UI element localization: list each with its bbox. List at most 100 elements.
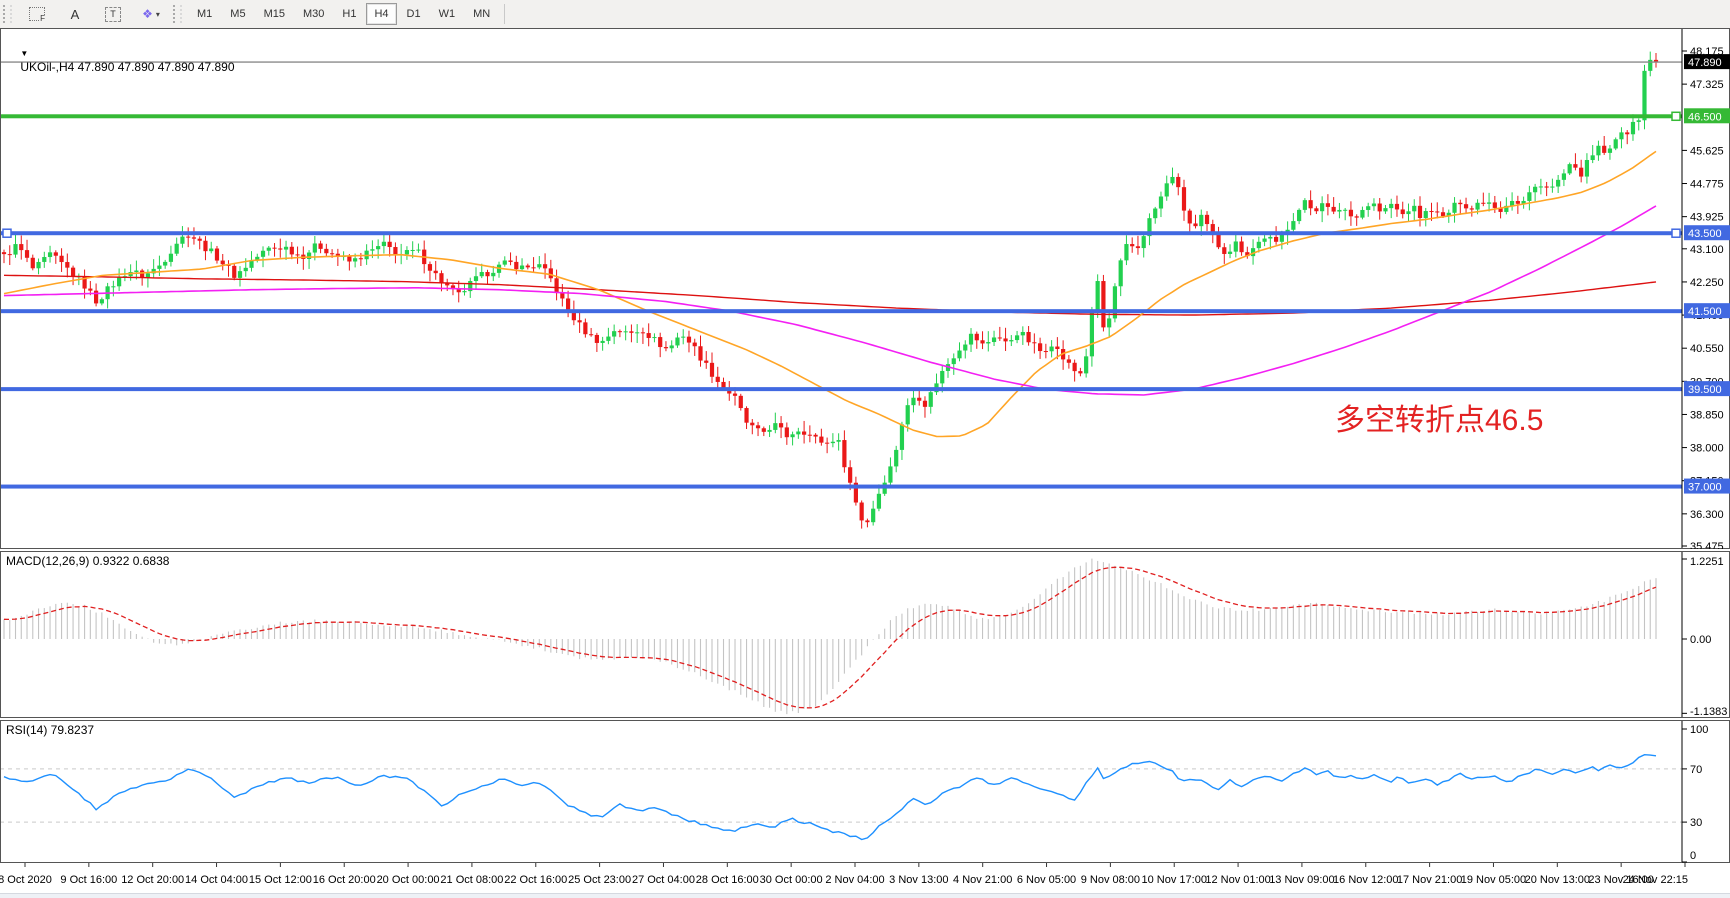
symbol-dropdown-icon[interactable]: ▼	[20, 49, 28, 58]
candle	[1568, 163, 1572, 175]
svg-text:100: 100	[1690, 724, 1708, 736]
timeframe-d1[interactable]: D1	[399, 3, 429, 25]
time-label: 20 Nov 13:00	[1525, 874, 1590, 886]
bid-price-badge: 47.890	[1684, 54, 1730, 69]
macd-panel: 1.2251 0.00 -1.1383 MACD(12,26,9) 0.9322 0…	[0, 551, 1730, 718]
level-handle[interactable]	[1672, 112, 1680, 120]
time-label: 30 Oct 00:00	[760, 874, 823, 886]
time-label: 15 Oct 12:00	[249, 874, 312, 886]
level-handle[interactable]	[1672, 229, 1680, 237]
text-a-icon: A	[71, 7, 80, 22]
svg-text:42.250: 42.250	[1690, 277, 1724, 289]
time-label: 16 Nov 12:00	[1333, 874, 1398, 886]
time-label: 20 Oct 00:00	[377, 874, 440, 886]
level-badge-39.500: 39.500	[1684, 381, 1730, 396]
level-badge-46.500: 46.500	[1684, 108, 1730, 123]
svg-text:38.850: 38.850	[1690, 409, 1724, 421]
time-label: 16 Oct 20:00	[313, 874, 376, 886]
text-label-button[interactable]: T	[95, 2, 131, 26]
template-f-button[interactable]: F	[19, 2, 55, 26]
time-label: 12 Oct 20:00	[121, 874, 184, 886]
level-line-37.000[interactable]	[0, 485, 1682, 489]
svg-text:47.325: 47.325	[1690, 79, 1724, 91]
time-label: 13 Nov 09:00	[1269, 874, 1334, 886]
timeframe-m30[interactable]: M30	[295, 3, 332, 25]
level-badge-43.500: 43.500	[1684, 225, 1730, 240]
symbol-title: ▼ UKOil-,H4 47.890 47.890 47.890 47.890	[7, 32, 235, 88]
time-label: 22 Oct 16:00	[504, 874, 567, 886]
time-label: 4 Nov 21:00	[953, 874, 1012, 886]
shapes-dropdown-button[interactable]: ❖ ▾	[133, 2, 169, 26]
time-label: 21 Oct 08:00	[440, 874, 503, 886]
chevron-down-icon: ▾	[156, 10, 160, 19]
timeframe-h4[interactable]: H4	[366, 3, 396, 25]
timeframe-m5[interactable]: M5	[222, 3, 253, 25]
level-badge-41.500: 41.500	[1684, 303, 1730, 318]
main-chart-panel: 48.17547.32545.62544.77543.92543.10042.2…	[0, 28, 1730, 549]
textbox-t-icon: T	[105, 7, 121, 22]
level-line-41.500[interactable]	[0, 309, 1682, 313]
toolbar-grip[interactable]	[3, 5, 12, 23]
time-axis-svg: 8 Oct 2020 9 Oct 16:00 12 Oct 20:0014 Oct …	[0, 863, 1730, 893]
insert-text-button[interactable]: A	[57, 2, 93, 26]
time-label: 8 Oct 2020	[0, 874, 52, 886]
svg-text:38.000: 38.000	[1690, 443, 1724, 455]
svg-text:0.00: 0.00	[1690, 634, 1711, 646]
svg-text:1.2251: 1.2251	[1690, 556, 1724, 568]
svg-text:46.500: 46.500	[1688, 111, 1722, 123]
time-label: 9 Nov 08:00	[1081, 874, 1140, 886]
svg-text:40.550: 40.550	[1690, 343, 1724, 355]
candle	[232, 264, 236, 280]
toolbar: F A T ❖ ▾ M1M5M15M30H1H4D1W1MN	[0, 0, 1730, 29]
candle	[1101, 275, 1105, 332]
chart-scroll-strip[interactable]	[0, 893, 1730, 898]
timeframe-m15[interactable]: M15	[256, 3, 293, 25]
time-label: 14 Oct 04:00	[185, 874, 248, 886]
macd-label: MACD(12,26,9) 0.9322 0.6838	[6, 554, 169, 568]
level-badge-37.000: 37.000	[1684, 479, 1730, 494]
svg-text:47.890: 47.890	[1688, 57, 1722, 69]
svg-text:-1.1383: -1.1383	[1690, 706, 1727, 718]
template-f-icon: F	[29, 7, 45, 21]
time-label: 24 Nov 22:15	[1623, 874, 1688, 886]
time-label: 2 Nov 04:00	[825, 874, 884, 886]
shapes-icon: ❖	[142, 7, 153, 21]
timeframe-mn[interactable]: MN	[465, 3, 498, 25]
level-line-39.500[interactable]	[0, 387, 1682, 391]
svg-text:43.100: 43.100	[1690, 244, 1724, 256]
time-label: 17 Nov 21:00	[1397, 874, 1462, 886]
svg-text:36.300: 36.300	[1690, 509, 1724, 521]
chart-annotation[interactable]: 多空转折点46.5	[1335, 395, 1543, 439]
svg-text:44.775: 44.775	[1690, 179, 1724, 191]
svg-text:43.925: 43.925	[1690, 212, 1724, 224]
svg-text:35.475: 35.475	[1690, 541, 1724, 549]
time-label: 27 Oct 04:00	[632, 874, 695, 886]
level-handle[interactable]	[3, 229, 11, 237]
time-axis[interactable]: 8 Oct 2020 9 Oct 16:00 12 Oct 20:0014 Oct …	[0, 863, 1730, 893]
svg-text:30: 30	[1690, 817, 1702, 829]
main-chart-svg[interactable]: 48.17547.32545.62544.77543.92543.10042.2…	[0, 28, 1730, 549]
svg-text:43.500: 43.500	[1688, 228, 1722, 240]
candle	[1614, 137, 1618, 150]
macd-svg[interactable]: 1.2251 0.00 -1.1383	[0, 551, 1730, 718]
time-label: 9 Oct 16:00	[60, 874, 117, 886]
timeframe-m1[interactable]: M1	[189, 3, 220, 25]
time-label: 3 Nov 13:00	[889, 874, 948, 886]
timeframe-h1[interactable]: H1	[334, 3, 364, 25]
time-label: 25 Oct 23:00	[568, 874, 631, 886]
candle	[1113, 283, 1117, 322]
toolbar-grip-2[interactable]	[173, 5, 182, 23]
time-label: 12 Nov 01:00	[1205, 874, 1270, 886]
svg-text:41.500: 41.500	[1688, 306, 1722, 318]
svg-text:0: 0	[1690, 850, 1696, 862]
svg-text:70: 70	[1690, 764, 1702, 776]
candle	[1642, 65, 1646, 129]
rsi-panel: 100 70 30 0 RSI(14) 79.8237	[0, 720, 1730, 863]
rsi-label: RSI(14) 79.8237	[6, 723, 94, 737]
timeframe-w1[interactable]: W1	[431, 3, 464, 25]
symbol-title-text: UKOil-,H4 47.890 47.890 47.890 47.890	[20, 60, 234, 74]
time-label: 28 Oct 16:00	[696, 874, 759, 886]
time-label: 19 Nov 05:00	[1461, 874, 1526, 886]
time-label: 10 Nov 17:00	[1142, 874, 1207, 886]
rsi-svg[interactable]: 100 70 30 0	[0, 720, 1730, 863]
